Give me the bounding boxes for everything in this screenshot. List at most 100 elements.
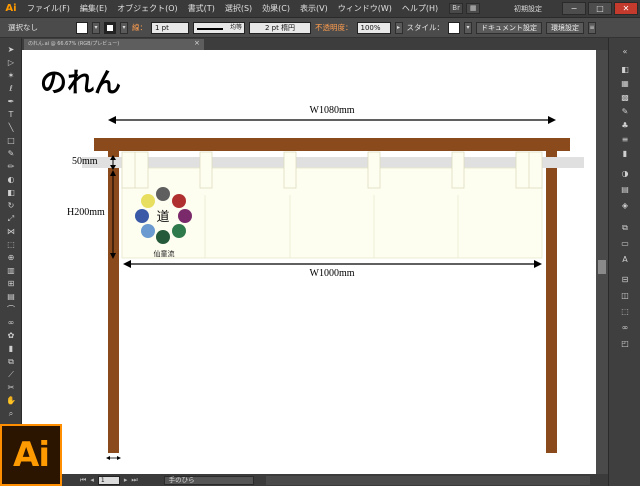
fill-swatch[interactable]	[76, 21, 88, 34]
artboards-panel-icon[interactable]: ▭	[618, 238, 632, 249]
menu-window[interactable]: ウィンドウ(W)	[333, 3, 397, 14]
next-artboard-icon[interactable]: ▸	[124, 476, 128, 484]
stroke-label[interactable]: 線：	[132, 22, 147, 33]
vertical-scrollbar[interactable]	[596, 50, 608, 474]
hand-tool-icon[interactable]: ✋	[4, 395, 18, 406]
opacity-field[interactable]: 100%	[356, 21, 391, 34]
stroke-panel-icon[interactable]: ≡	[618, 134, 632, 145]
navigator-panel-icon[interactable]: ◰	[618, 338, 632, 349]
current-tool-status[interactable]: 手のひら	[163, 475, 254, 485]
links-panel-icon[interactable]: ∞	[618, 322, 632, 333]
brush-dropdown[interactable]: 2 pt 楕円	[249, 21, 311, 34]
character-panel-icon[interactable]: A	[618, 254, 632, 265]
first-artboard-icon[interactable]: ⏮	[80, 476, 86, 485]
layers-panel-icon[interactable]: ⧉	[618, 222, 632, 233]
artboard-canvas[interactable]: のれん W1080mm 50mm H200mm W1000mm 道 仙童流	[22, 50, 608, 474]
column-graph-tool-icon[interactable]: ▮	[4, 343, 18, 354]
document-tab[interactable]: のれん.ai @ 66.67% (RGB/プレビュー)	[24, 39, 204, 50]
transform-panel-icon[interactable]: ⬚	[618, 306, 632, 317]
arrange-icon[interactable]: ≡	[588, 21, 596, 34]
appearance-panel-icon[interactable]: ▤	[618, 184, 632, 195]
gradient-panel-icon[interactable]: ▮	[618, 148, 632, 159]
fill-dropdown-icon[interactable]: ▾	[92, 21, 100, 34]
menu-select[interactable]: 選択(S)	[220, 3, 257, 14]
zoom-tool-icon[interactable]: ⌕	[4, 408, 18, 419]
blob-brush-tool-icon[interactable]: ◐	[4, 174, 18, 185]
menu-help[interactable]: ヘルプ(H)	[397, 3, 443, 14]
opacity-dropdown-icon[interactable]: ▸	[394, 21, 403, 34]
menu-edit[interactable]: 編集(E)	[75, 3, 112, 14]
scale-tool-icon[interactable]: ⤢	[4, 213, 18, 224]
arrowhead-post-left	[106, 456, 110, 460]
lasso-tool-icon[interactable]: ℓ	[4, 83, 18, 94]
blend-tool-icon[interactable]: ∞	[4, 317, 18, 328]
paintbrush-tool-icon[interactable]: ✎	[4, 148, 18, 159]
gradient-tool-icon[interactable]: ▤	[4, 291, 18, 302]
opacity-label[interactable]: 不透明度：	[315, 22, 353, 33]
type-tool-icon[interactable]: T	[4, 109, 18, 120]
swatches-panel-icon[interactable]: ▩	[618, 92, 632, 103]
symbol-sprayer-tool-icon[interactable]: ✿	[4, 330, 18, 341]
horizontal-scrollbar[interactable]	[265, 475, 590, 485]
pencil-tool-icon[interactable]: ✏	[4, 161, 18, 172]
crest-dot-3	[178, 209, 192, 223]
graphic-styles-panel-icon[interactable]: ◈	[618, 200, 632, 211]
pathfinder-panel-icon[interactable]: ◫	[618, 290, 632, 301]
direct-selection-tool-icon[interactable]: ▷	[4, 57, 18, 68]
eraser-tool-icon[interactable]: ◧	[4, 187, 18, 198]
artboard-number-field[interactable]: 1	[97, 475, 120, 485]
color-guide-icon[interactable]: ▦	[618, 78, 632, 89]
width-tool-icon[interactable]: ⋈	[4, 226, 18, 237]
dimension-rod-label: 50mm	[72, 156, 98, 167]
arrowhead-bottom-right	[534, 260, 542, 268]
shape-builder-tool-icon[interactable]: ⊕	[4, 252, 18, 263]
align-panel-icon[interactable]: ⊟	[618, 274, 632, 285]
stroke-dropdown-icon[interactable]: ▾	[120, 21, 128, 34]
bridge-icon[interactable]: Br	[449, 3, 464, 14]
dimension-bottom-label: W1000mm	[310, 268, 355, 279]
maximize-button[interactable]: □	[588, 2, 612, 15]
mesh-tool-icon[interactable]: ⊞	[4, 278, 18, 289]
menu-object[interactable]: オブジェクト(O)	[112, 3, 183, 14]
frame-top-beam	[94, 138, 570, 151]
style-dropdown-icon[interactable]: ▾	[464, 21, 472, 34]
brushes-panel-icon[interactable]: ✎	[618, 106, 632, 117]
menu-type[interactable]: 書式(T)	[183, 3, 220, 14]
rectangle-tool-icon[interactable]: □	[4, 135, 18, 146]
stroke-profile-dropdown[interactable]: 均等	[193, 21, 245, 34]
line-tool-icon[interactable]: ╲	[4, 122, 18, 133]
selection-tool-icon[interactable]: ➤	[4, 44, 18, 55]
stroke-weight-field[interactable]: 1 pt	[151, 21, 189, 34]
panel-collapse-icon[interactable]: «	[618, 46, 632, 57]
artboard-tool-icon[interactable]: ⧉	[4, 356, 18, 367]
rotate-tool-icon[interactable]: ↻	[4, 200, 18, 211]
workspace-switcher[interactable]: 初期設定	[514, 3, 554, 15]
magic-wand-tool-icon[interactable]: ✶	[4, 70, 18, 81]
menu-file[interactable]: ファイル(F)	[22, 3, 75, 14]
preferences-button[interactable]: 環境設定	[546, 21, 584, 34]
symbols-panel-icon[interactable]: ♣	[618, 120, 632, 131]
slice-tool-icon[interactable]: ⟋	[4, 369, 18, 380]
illustrator-logo: Ai	[0, 424, 62, 486]
stroke-swatch[interactable]	[104, 21, 116, 34]
eyedropper-tool-icon[interactable]: ⌒	[4, 304, 18, 315]
free-transform-tool-icon[interactable]: ⬚	[4, 239, 18, 250]
menu-view[interactable]: 表示(V)	[295, 3, 333, 14]
close-tab-icon[interactable]: ×	[194, 39, 200, 47]
frame-right-post	[546, 151, 557, 453]
scissors-tool-icon[interactable]: ✂	[4, 382, 18, 393]
document-setup-button[interactable]: ドキュメント設定	[476, 21, 542, 34]
graphic-style-swatch[interactable]	[448, 21, 460, 34]
perspective-grid-tool-icon[interactable]: ▥	[4, 265, 18, 276]
close-button[interactable]: ✕	[614, 2, 638, 15]
arrange-documents-icon[interactable]: ▦	[466, 3, 481, 14]
dimension-height-label: H200mm	[67, 207, 105, 218]
transparency-panel-icon[interactable]: ◑	[618, 168, 632, 179]
pen-tool-icon[interactable]: ✒	[4, 96, 18, 107]
prev-artboard-icon[interactable]: ◂	[90, 476, 94, 484]
color-panel-icon[interactable]: ◧	[618, 64, 632, 75]
menu-effect[interactable]: 効果(C)	[257, 3, 295, 14]
minimize-button[interactable]: −	[562, 2, 586, 15]
vertical-scroll-thumb[interactable]	[598, 260, 606, 274]
last-artboard-icon[interactable]: ⏭	[131, 476, 137, 485]
